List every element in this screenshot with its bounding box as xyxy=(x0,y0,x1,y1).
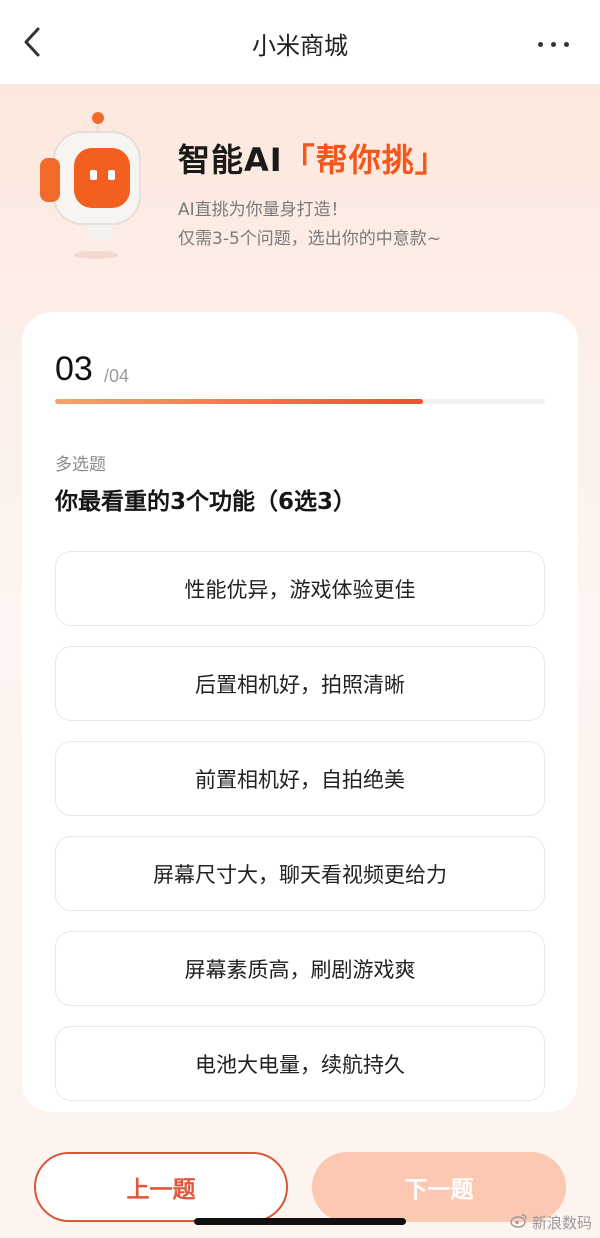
robot-mascot-icon xyxy=(36,110,146,260)
option-5[interactable]: 屏幕素质高，刷剧游戏爽 xyxy=(55,931,545,1006)
option-3[interactable]: 前置相机好，自拍绝美 xyxy=(55,741,545,816)
hero-subtitle: AI直挑为你量身打造！ 仅需3-5个问题，选出你的中意款~ xyxy=(178,196,441,254)
nav-bar: 小米商城 xyxy=(0,0,600,85)
more-horizontal-icon[interactable] xyxy=(534,28,574,58)
hero-title-main: 智能AI xyxy=(178,141,283,179)
question-type: 多选题 xyxy=(55,455,106,475)
progress-bar xyxy=(55,399,545,404)
prev-question-button[interactable]: 上一题 xyxy=(34,1152,288,1222)
home-indicator xyxy=(194,1218,406,1225)
hero-title-accent: 「帮你挑」 xyxy=(282,141,448,179)
option-1[interactable]: 性能优异，游戏体验更佳 xyxy=(55,551,545,626)
weibo-icon xyxy=(510,1213,528,1232)
question-text: 你最看重的3个功能（6选3） xyxy=(55,489,357,515)
hero-subtitle-line1: AI直挑为你量身打造！ xyxy=(178,200,348,220)
page-title: 小米商城 xyxy=(252,32,348,60)
hero-title: 智能AI「帮你挑」 xyxy=(178,135,448,181)
progress-fill xyxy=(55,399,423,404)
option-6[interactable]: 电池大电量，续航持久 xyxy=(55,1026,545,1101)
question-card: 03 /04 多选题 你最看重的3个功能（6选3） 性能优异，游戏体验更佳 后置… xyxy=(22,312,578,1112)
hero-subtitle-line2: 仅需3-5个问题，选出你的中意款~ xyxy=(178,229,442,249)
step-total: /04 xyxy=(104,366,130,386)
step-current: 03 xyxy=(55,350,93,388)
watermark: 新浪数码 xyxy=(510,1212,592,1233)
option-2[interactable]: 后置相机好，拍照清晰 xyxy=(55,646,545,721)
option-4[interactable]: 屏幕尺寸大，聊天看视频更给力 xyxy=(55,836,545,911)
watermark-text: 新浪数码 xyxy=(531,1214,592,1232)
